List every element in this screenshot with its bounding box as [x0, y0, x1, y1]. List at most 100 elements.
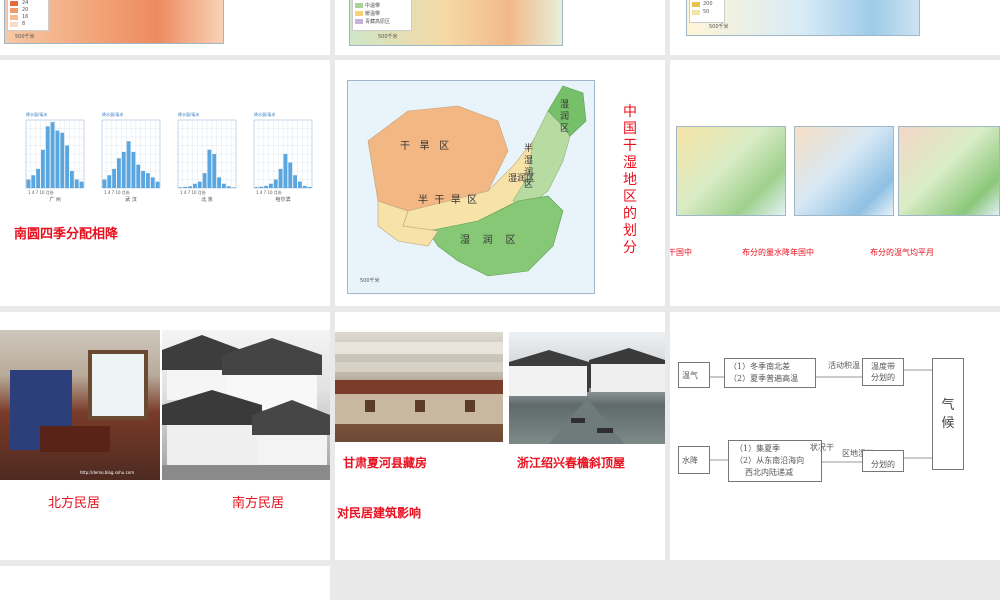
- precip-bar: [183, 186, 188, 188]
- legend-value-200: 200: [703, 1, 713, 7]
- china-map-3: [898, 126, 1000, 216]
- precipitation-feature-1: （1）集夏季: [735, 444, 781, 453]
- precip-bar: [254, 187, 259, 188]
- region-label-arid: 干 旱 区: [400, 141, 450, 152]
- precip-bar: [150, 177, 155, 188]
- precip-bar: [45, 126, 50, 188]
- slide-three-maps[interactable]: 干国中 布分的量水降年国中 布分的温气均平月: [670, 60, 1000, 306]
- label-accumulated-temperature: 活动积温: [828, 361, 860, 370]
- map-scale: 500千米: [15, 34, 35, 40]
- precip-bar: [146, 173, 150, 188]
- slide-houses-north-south[interactable]: http://demo.blog.sohu.com 北方民居 南方民居: [0, 312, 330, 560]
- slide-climate-flowchart[interactable]: 温气 （1）冬季南北差 （2）夏季普遍高温 活动积温 温度带 分划的 气 候 水…: [670, 312, 1000, 560]
- city-label: 广 州: [49, 196, 61, 203]
- photo-south-houses: [162, 330, 330, 480]
- precip-chart-2: 降水量/毫米 1 4 7 10 月份武 汉: [101, 111, 161, 203]
- box-precipitation-features: （1）集夏季 （2）从东南沿海向 西北内陆递减: [728, 440, 822, 482]
- precip-bar: [264, 185, 268, 188]
- legend-value-50: 50: [703, 9, 710, 15]
- precip-bar: [307, 186, 312, 188]
- caption-south-house: 南方民居: [232, 496, 285, 511]
- precip-bar: [288, 162, 293, 188]
- precipitation-feature-3: 西北内陆递减: [745, 468, 793, 477]
- slide-temperature-zones-map[interactable]: 中温带 暖温带 青藏高原区 500千米: [335, 0, 665, 55]
- precip-bar: [269, 183, 273, 188]
- map-legend: 200 50: [689, 0, 725, 23]
- precip-bar: [65, 145, 69, 188]
- slide-dry-humid-map[interactable]: 干 旱 区 半 干 旱 区 湿润区 半湿润区 湿 润 区 湿润区 500千米 中…: [335, 60, 665, 306]
- map-scale: 500千米: [709, 24, 729, 30]
- precip-ylabel: 降水量/毫米: [102, 111, 123, 117]
- window: [88, 350, 148, 420]
- legend-item: 中温带: [365, 3, 381, 9]
- map-caption-3: 布分的温气均平月: [870, 248, 934, 257]
- precip-bar: [70, 171, 74, 188]
- precip-bar: [298, 181, 302, 188]
- precip-bar: [283, 154, 288, 188]
- slide-bottom-partial[interactable]: [0, 566, 330, 600]
- precip-bar: [107, 175, 112, 188]
- city-label: 武 汉: [125, 196, 137, 203]
- box-climate: 气 候: [932, 358, 964, 470]
- label-temperature: 温气: [682, 371, 698, 380]
- legend-value-16: 16: [22, 14, 29, 20]
- photo-watermark: http://demo.blog.sohu.com: [80, 470, 135, 475]
- slide-title: 中国干湿地区的划分: [623, 104, 637, 256]
- precip-bar: [102, 179, 107, 188]
- region-label-humid-ne: 湿润区: [560, 100, 570, 134]
- precip-bar: [26, 179, 31, 188]
- caption-gansu-house: 甘肃夏河县藏房: [343, 456, 428, 470]
- region-label-semiarid: 半 干 旱 区: [418, 195, 478, 206]
- legend-item: 青藏高原区: [365, 19, 391, 25]
- precip-bar: [207, 149, 212, 188]
- precip-ylabel: 降水量/毫米: [178, 111, 199, 117]
- photo-north-house-interior: http://demo.blog.sohu.com: [0, 330, 160, 480]
- legend-value-20: 20: [22, 7, 29, 13]
- slide-houses-regional[interactable]: 甘肃夏河县藏房 浙江绍兴春檐斜顶屋 对民居建筑影响: [335, 312, 665, 560]
- precip-bar: [197, 181, 202, 188]
- precip-bar: [188, 186, 192, 188]
- map-caption-1: 干国中: [670, 248, 692, 257]
- map-caption-2: 布分的量水降年国中: [742, 248, 814, 257]
- month-ticks: 1 4 7 10 月份: [28, 189, 54, 195]
- precip-bar: [178, 187, 183, 188]
- precip-bar: [131, 151, 136, 188]
- precip-bar: [202, 173, 207, 188]
- precip-chart-4: 降水量/毫米 1 4 7 10 月份哈尔滨: [253, 111, 313, 203]
- dry-humid-map: 干 旱 区 半 干 旱 区 湿润区 半湿润区 湿 润 区 湿润区 500千米: [347, 80, 595, 294]
- precip-bar: [36, 168, 40, 188]
- precip-bar: [136, 164, 141, 188]
- month-ticks: 1 4 7 10 月份: [104, 189, 130, 195]
- region-label-humid-south: 湿 润 区: [460, 235, 516, 246]
- map-scale: 500千米: [360, 278, 380, 284]
- precip-bar: [222, 183, 226, 188]
- slide-precipitation-charts[interactable]: 降水量/毫米 1 4 7 10 月份广 州 降水量/毫米 1 4 7 10 月份武 汉…: [0, 60, 330, 306]
- precip-bar: [31, 175, 36, 188]
- temperature-feature-2: （2）夏季普遍高温: [729, 374, 799, 383]
- canal-houses: [509, 348, 665, 444]
- precip-bar: [231, 187, 236, 188]
- precip-bar: [273, 179, 278, 188]
- box-temperature-features: （1）冬季南北差 （2）夏季普遍高温: [724, 358, 816, 388]
- slide-temperature-map[interactable]: 24 20 16 8 500千米: [0, 0, 330, 55]
- precipitation-map: 200 50 500千米: [686, 0, 920, 36]
- china-map-1: [676, 126, 786, 216]
- box-dry-humid-division: 分划的: [862, 450, 904, 472]
- precip-bar: [117, 158, 121, 188]
- dry-humid-regions: [367, 85, 587, 277]
- precip-bar: [112, 168, 116, 188]
- precip-bar: [126, 141, 131, 188]
- label-dryness-status: 状况干: [810, 443, 834, 452]
- city-label: 哈尔滨: [275, 196, 290, 203]
- city-label: 北 京: [201, 196, 213, 203]
- caption-north-house: 北方民居: [48, 496, 101, 511]
- precip-bar: [55, 130, 60, 188]
- precip-bar: [121, 151, 126, 188]
- region-label-humid-sw: 湿润区: [508, 174, 536, 184]
- slide-precipitation-map[interactable]: 200 50 500千米: [670, 0, 1000, 55]
- precip-bar: [141, 171, 145, 188]
- legend-value-8: 8: [22, 21, 26, 27]
- precip-bar: [259, 186, 264, 188]
- box-temperature-zones: 温度带 分划的: [862, 358, 904, 386]
- china-map-2: [794, 126, 894, 216]
